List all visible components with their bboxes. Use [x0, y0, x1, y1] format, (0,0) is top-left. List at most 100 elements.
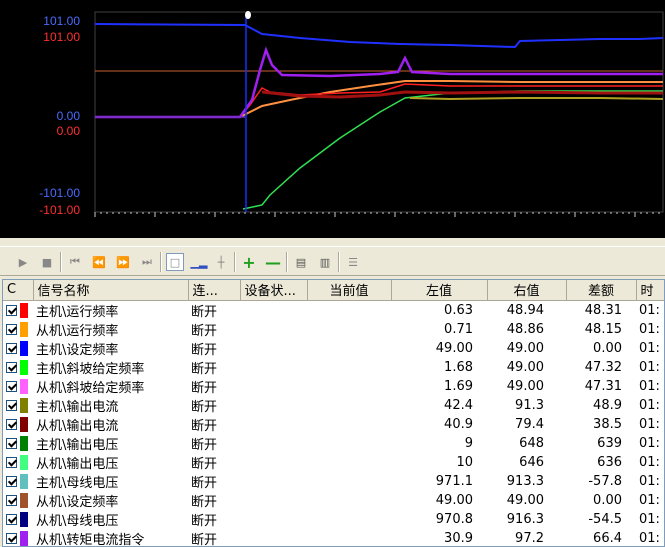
prev-icon[interactable]: ⏪ — [90, 253, 108, 271]
row-checkbox[interactable] — [3, 415, 33, 434]
table-row[interactable]: 主机\输出电压 断开 9 648 639 01: — [3, 434, 664, 453]
table-row[interactable]: 从机\运行频率 断开 0.71 48.86 48.15 01: — [3, 320, 664, 339]
row-checkbox[interactable] — [3, 358, 33, 377]
left-value: 0.71 — [444, 321, 473, 337]
time-value: 01: — [639, 492, 660, 508]
checkbox[interactable] — [6, 437, 17, 449]
table-row[interactable]: 主机\输出电流 断开 42.4 91.3 48.9 01: — [3, 396, 664, 415]
row-checkbox[interactable] — [3, 339, 33, 358]
col-current-value[interactable]: 当前值 — [307, 280, 392, 301]
row-checkbox[interactable] — [3, 434, 33, 453]
signal-name: 主机\设定频率 — [36, 342, 119, 358]
row-checkbox[interactable] — [3, 472, 33, 491]
table-row[interactable]: 主机\母线电压 断开 971.1 913.3 -57.8 01: — [3, 472, 664, 491]
table-row[interactable]: 从机\母线电压 断开 970.8 916.3 -54.5 01: — [3, 510, 664, 529]
oscilloscope-plot[interactable]: 101.00 101.00 0.00 0.00 -101.00 -101.00 — [0, 0, 665, 238]
device-status — [240, 377, 307, 396]
connection-status: 断开 — [191, 532, 218, 547]
checkbox[interactable] — [6, 361, 17, 373]
checkbox[interactable] — [6, 304, 17, 316]
connection-status: 断开 — [191, 456, 218, 472]
first-icon[interactable]: ⏮ — [66, 253, 84, 271]
stop-icon[interactable]: ■ — [38, 253, 56, 271]
table-row[interactable]: 主机\设定频率 断开 49.00 49.00 0.00 01: — [3, 339, 664, 358]
table-row[interactable]: 主机\运行频率 断开 0.63 48.94 48.31 01: — [3, 300, 664, 320]
signal-name: 从机\运行频率 — [36, 323, 119, 339]
y-label-red-top: 101.00 — [43, 30, 80, 44]
row-checkbox[interactable] — [3, 320, 33, 339]
play-icon[interactable]: ▶ — [14, 253, 32, 271]
bars-icon[interactable]: ▁▂ — [190, 253, 208, 271]
current-value — [307, 434, 391, 453]
checkbox[interactable] — [6, 323, 17, 335]
right-value: 916.3 — [506, 511, 544, 527]
add-icon[interactable]: + — [240, 253, 258, 272]
color-swatch — [20, 473, 28, 489]
left-value: 9 — [464, 435, 473, 451]
row-checkbox[interactable] — [3, 453, 33, 472]
time-value: 01: — [639, 435, 660, 451]
x-axis-ticks — [94, 212, 660, 217]
checkbox[interactable] — [6, 418, 17, 430]
connection-status: 断开 — [191, 494, 218, 510]
y-label-blue-zero: 0.00 — [56, 109, 80, 123]
table-row[interactable]: 从机\输出电流 断开 40.9 79.4 38.5 01: — [3, 415, 664, 434]
checkbox[interactable] — [6, 513, 17, 525]
y-label-blue-top: 101.00 — [43, 14, 80, 28]
checkbox[interactable] — [6, 456, 17, 468]
difference-value: 66.4 — [593, 530, 622, 546]
last-icon[interactable]: ⏭ — [138, 253, 156, 271]
row-checkbox[interactable] — [3, 377, 33, 396]
current-value — [307, 491, 391, 510]
plot-traces — [94, 11, 664, 217]
checkbox[interactable] — [6, 380, 17, 392]
col-time[interactable]: 时 — [636, 280, 664, 301]
time-value: 01: — [639, 340, 660, 356]
checkbox[interactable] — [6, 494, 17, 506]
left-value: 10 — [456, 454, 473, 470]
table-row[interactable]: 从机\转矩电流指令 断开 30.9 97.2 66.4 01: — [3, 529, 664, 547]
left-value: 49.00 — [435, 340, 473, 356]
table-row[interactable]: 从机\斜坡给定频率 断开 1.69 49.00 47.31 01: — [3, 377, 664, 396]
fork-icon[interactable]: ┼ — [212, 253, 230, 271]
checkbox[interactable] — [6, 475, 17, 487]
table-row[interactable]: 从机\设定频率 断开 49.00 49.00 0.00 01: — [3, 491, 664, 510]
row-checkbox[interactable] — [3, 300, 33, 320]
box-icon[interactable]: □ — [166, 253, 184, 271]
row-checkbox[interactable] — [3, 510, 33, 529]
export-icon[interactable]: ☰ — [344, 253, 362, 271]
color-swatch — [20, 454, 28, 470]
table-row[interactable]: 主机\斜坡给定频率 断开 1.68 49.00 47.32 01: — [3, 358, 664, 377]
current-value — [307, 320, 391, 339]
connection-status: 断开 — [191, 418, 218, 434]
device-status — [240, 300, 307, 320]
col-signal-name[interactable]: 信号名称 — [33, 280, 189, 301]
checkbox[interactable] — [6, 532, 17, 544]
trace-master-ramp-frequency — [242, 90, 663, 210]
remove-icon[interactable]: — — [264, 253, 282, 272]
zoom-out-icon[interactable]: ▥ — [316, 253, 334, 271]
checkbox[interactable] — [6, 399, 17, 411]
col-device-status[interactable]: 设备状... — [240, 280, 308, 301]
col-check[interactable]: C — [3, 280, 34, 301]
difference-value: 48.31 — [584, 302, 622, 318]
next-icon[interactable]: ⏩ — [114, 253, 132, 271]
color-swatch — [20, 302, 28, 318]
signal-name: 从机\输出电流 — [36, 418, 119, 434]
zoom-in-icon[interactable]: ▤ — [292, 253, 310, 271]
col-connection[interactable]: 连... — [188, 280, 241, 301]
checkbox[interactable] — [6, 342, 17, 354]
cursor-handle[interactable] — [245, 11, 251, 19]
current-value — [307, 396, 391, 415]
row-checkbox[interactable] — [3, 491, 33, 510]
color-swatch — [20, 359, 28, 375]
col-difference[interactable]: 差额 — [566, 280, 637, 301]
table-row[interactable]: 从机\输出电压 断开 10 646 636 01: — [3, 453, 664, 472]
connection-status: 断开 — [191, 304, 218, 320]
row-checkbox[interactable] — [3, 529, 33, 547]
signal-name: 从机\母线电压 — [36, 513, 119, 529]
col-right-value[interactable]: 右值 — [487, 280, 567, 301]
device-status — [240, 529, 307, 547]
col-left-value[interactable]: 左值 — [391, 280, 488, 301]
row-checkbox[interactable] — [3, 396, 33, 415]
